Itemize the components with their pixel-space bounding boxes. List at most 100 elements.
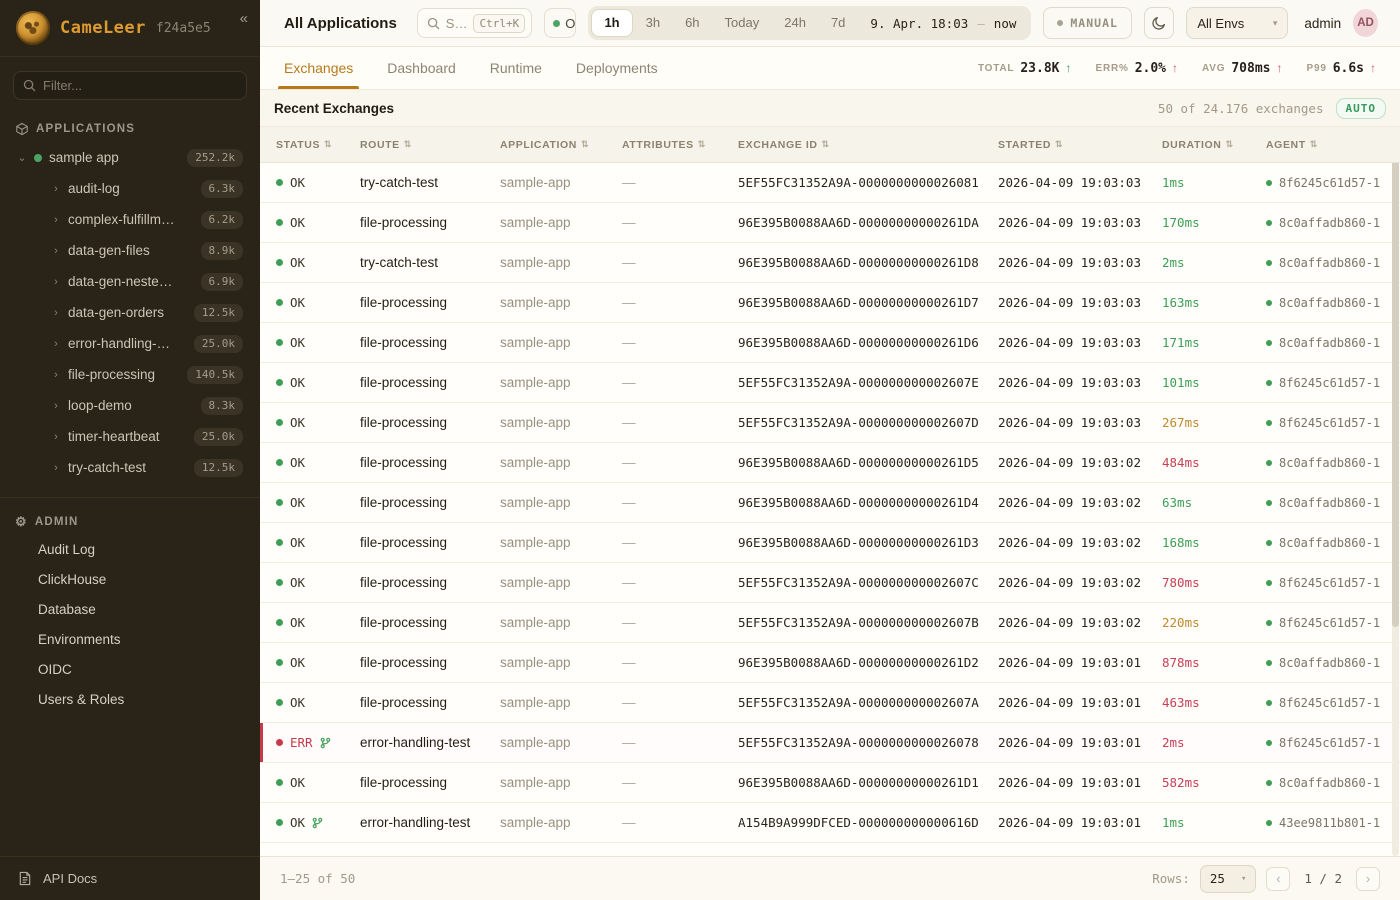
count-badge: 8.9k	[201, 242, 244, 260]
route-name: file-processing	[68, 367, 155, 382]
tab-deployments[interactable]: Deployments	[576, 47, 658, 89]
trend-up-icon: ↑	[1276, 61, 1282, 75]
admin-item-oidc[interactable]: OIDC	[0, 654, 260, 684]
status-cell: OK	[276, 255, 360, 270]
exchange-id-cell: 5EF55FC31352A9A-0000000000026081	[738, 175, 998, 190]
sidebar-route-item[interactable]: › complex-fulfillm… 6.2k	[44, 204, 250, 235]
rows-per-page-select[interactable]: 25 ▾	[1200, 865, 1256, 893]
status-dot	[276, 619, 283, 626]
column-header-exchange-id[interactable]: EXCHANGE ID⇅	[738, 139, 998, 151]
time-range-24h[interactable]: 24h	[772, 9, 818, 37]
sidebar-route-item[interactable]: › data-gen-orders 12.5k	[44, 297, 250, 328]
admin-item-users-roles[interactable]: Users & Roles	[0, 684, 260, 714]
route-cell: error-handling-test	[360, 735, 500, 750]
sidebar-collapse-icon[interactable]: «	[240, 10, 248, 27]
sidebar-item-api-docs[interactable]: API Docs	[0, 856, 260, 900]
count-badge: 25.0k	[194, 335, 243, 353]
time-range-6h[interactable]: 6h	[673, 9, 711, 37]
agent-id: 8f6245c61d57-1	[1279, 736, 1380, 750]
app-logo[interactable]	[16, 11, 50, 45]
filter-input[interactable]	[43, 78, 237, 93]
time-range-1h[interactable]: 1h	[591, 9, 632, 37]
started-cell: 2026-04-09 19:03:03	[998, 295, 1162, 310]
next-page-button[interactable]: ›	[1356, 867, 1380, 891]
sidebar-route-item[interactable]: › try-catch-test 12.5k	[44, 452, 250, 483]
time-range-3h[interactable]: 3h	[634, 9, 672, 37]
tab-dashboard[interactable]: Dashboard	[387, 47, 456, 89]
column-label: STARTED	[998, 139, 1051, 151]
refresh-mode-button[interactable]: MANUAL	[1043, 7, 1132, 39]
range-to: now	[994, 16, 1017, 31]
sort-icon: ⇅	[324, 139, 332, 150]
status-label: ERR	[290, 735, 313, 750]
manual-label: MANUAL	[1070, 16, 1118, 30]
time-range-segmented: 1h3h6hToday24h7d 9. Apr. 18:03 — now	[588, 6, 1031, 40]
admin-item-environments[interactable]: Environments	[0, 624, 260, 654]
table-row[interactable]: OK try-catch-test sample-app — 96E395B00…	[260, 243, 1400, 283]
live-status-pill[interactable]: O	[544, 8, 576, 38]
theme-toggle-button[interactable]	[1144, 7, 1174, 39]
avatar[interactable]: AD	[1353, 9, 1378, 37]
column-label: ROUTE	[360, 139, 400, 151]
column-header-route[interactable]: ROUTE⇅	[360, 139, 500, 151]
sidebar-route-item[interactable]: › timer-heartbeat 25.0k	[44, 421, 250, 452]
status-dot	[276, 539, 283, 546]
table-row[interactable]: OK file-processing sample-app — 5EF55FC3…	[260, 563, 1400, 603]
table-row[interactable]: OK file-processing sample-app — 96E395B0…	[260, 643, 1400, 683]
column-header-started[interactable]: STARTED⇅	[998, 139, 1162, 151]
auto-refresh-badge[interactable]: AUTO	[1336, 98, 1387, 119]
scrollbar-thumb[interactable]	[1392, 163, 1399, 627]
sidebar-route-item[interactable]: › data-gen-neste… 6.9k	[44, 266, 250, 297]
tab-exchanges[interactable]: Exchanges	[284, 47, 353, 89]
column-header-status[interactable]: STATUS⇅	[276, 139, 360, 151]
time-range-display[interactable]: 9. Apr. 18:03 — now	[858, 16, 1028, 31]
time-range-today[interactable]: Today	[713, 9, 772, 37]
table-row[interactable]: OK file-processing sample-app — 96E395B0…	[260, 443, 1400, 483]
scrollbar-track[interactable]	[1392, 163, 1399, 856]
time-range-7d[interactable]: 7d	[819, 9, 857, 37]
search-placeholder: S…	[446, 16, 468, 31]
table-row[interactable]: OK file-processing sample-app — 5EF55FC3…	[260, 683, 1400, 723]
table-row[interactable]: OK file-processing sample-app — 96E395B0…	[260, 763, 1400, 803]
sidebar-route-item[interactable]: › loop-demo 8.3k	[44, 390, 250, 421]
agent-status-dot	[1266, 700, 1272, 706]
sidebar-route-item[interactable]: › audit-log 6.3k	[44, 173, 250, 204]
attributes-cell: —	[622, 815, 738, 830]
sidebar-route-item[interactable]: › file-processing 140.5k	[44, 359, 250, 390]
agent-cell: 8c0affadb860-1	[1266, 536, 1400, 550]
sidebar-item-sample-app[interactable]: ⌄ sample app 252.2k	[10, 142, 250, 173]
status-label: OK	[290, 775, 305, 790]
tab-runtime[interactable]: Runtime	[490, 47, 542, 89]
sidebar-route-item[interactable]: › data-gen-files 8.9k	[44, 235, 250, 266]
agent-id: 8f6245c61d57-1	[1279, 696, 1380, 710]
table-row[interactable]: OK file-processing sample-app — 96E395B0…	[260, 523, 1400, 563]
column-header-application[interactable]: APPLICATION⇅	[500, 139, 622, 151]
sidebar-route-item[interactable]: › error-handling-… 25.0k	[44, 328, 250, 359]
stat-label: ERR%	[1095, 63, 1128, 74]
table-row[interactable]: ERR error-handling-test sample-app — 5EF…	[260, 723, 1400, 763]
admin-item-clickhouse[interactable]: ClickHouse	[0, 564, 260, 594]
column-header-agent[interactable]: AGENT⇅	[1266, 139, 1400, 151]
env-select[interactable]: All Envs ▾	[1186, 7, 1288, 39]
chevron-down-icon[interactable]: ⌄	[17, 151, 27, 164]
global-search[interactable]: S… Ctrl+K	[417, 8, 532, 38]
admin-item-audit-log[interactable]: Audit Log	[0, 534, 260, 564]
column-header-duration[interactable]: DURATION⇅	[1162, 139, 1266, 151]
prev-page-button[interactable]: ‹	[1266, 867, 1290, 891]
column-header-attributes[interactable]: ATTRIBUTES⇅	[622, 139, 738, 151]
duration-cell: 168ms	[1162, 535, 1266, 550]
table-row[interactable]: OK error-handling-test sample-app — A154…	[260, 803, 1400, 843]
exchange-id-cell: 5EF55FC31352A9A-000000000002607A	[738, 695, 998, 710]
table-row[interactable]: OK file-processing sample-app — 96E395B0…	[260, 283, 1400, 323]
route-cell: file-processing	[360, 215, 500, 230]
table-row[interactable]: OK file-processing sample-app — 96E395B0…	[260, 323, 1400, 363]
table-row[interactable]: OK file-processing sample-app — 5EF55FC3…	[260, 363, 1400, 403]
table-row[interactable]: OK file-processing sample-app — 96E395B0…	[260, 483, 1400, 523]
table-row[interactable]: OK try-catch-test sample-app — 5EF55FC31…	[260, 163, 1400, 203]
sidebar-filter[interactable]	[13, 71, 247, 100]
table-row[interactable]: OK file-processing sample-app — 5EF55FC3…	[260, 403, 1400, 443]
range-separator: —	[977, 16, 985, 31]
admin-item-database[interactable]: Database	[0, 594, 260, 624]
table-row[interactable]: OK file-processing sample-app — 5EF55FC3…	[260, 603, 1400, 643]
table-row[interactable]: OK file-processing sample-app — 96E395B0…	[260, 203, 1400, 243]
